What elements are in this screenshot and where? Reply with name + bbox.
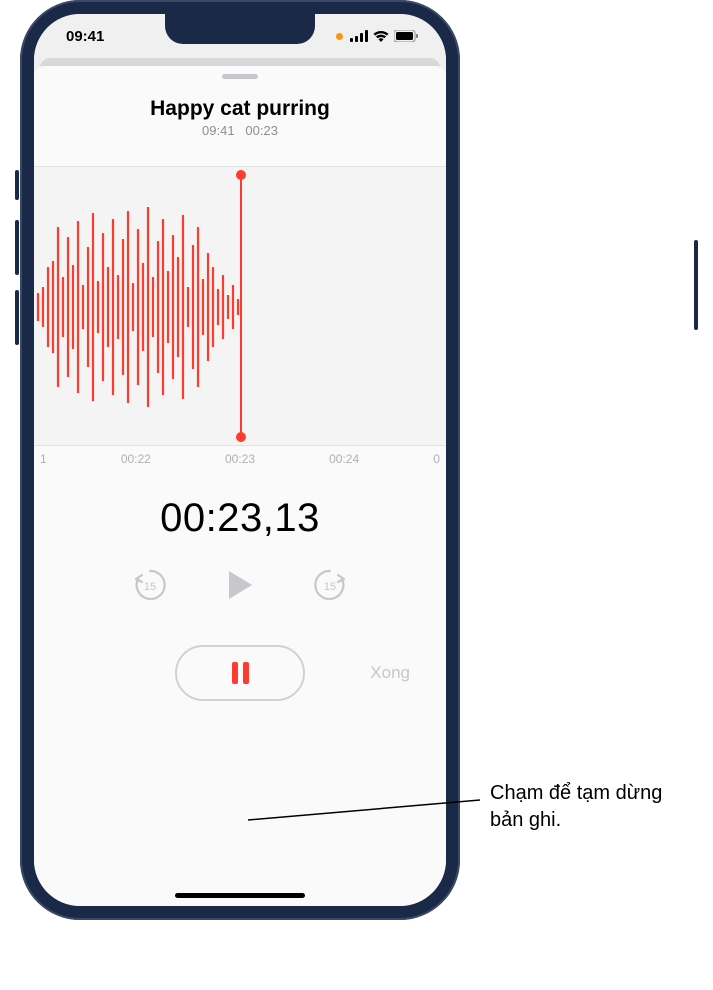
- notch: [165, 14, 315, 44]
- callout-text: Chạm để tạm dừng bản ghi.: [490, 780, 700, 834]
- callout-line: [0, 0, 713, 990]
